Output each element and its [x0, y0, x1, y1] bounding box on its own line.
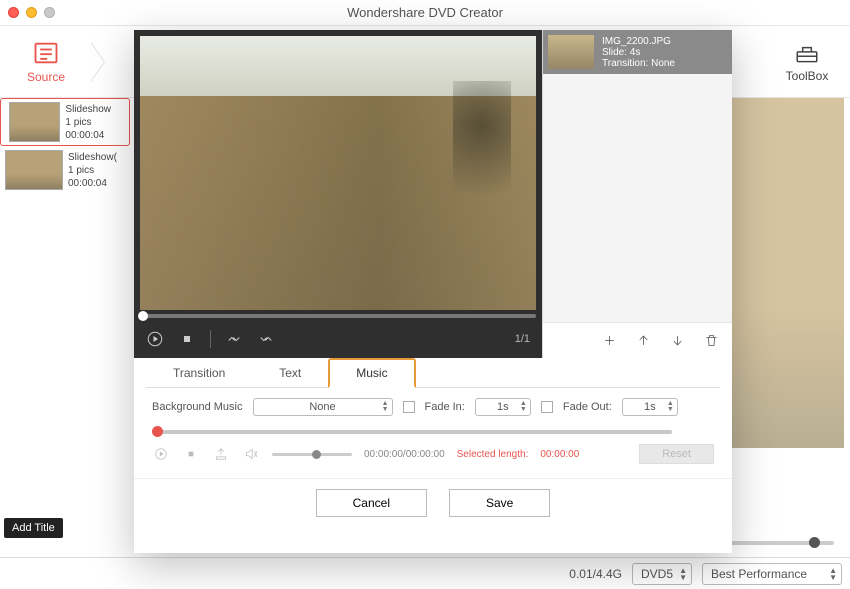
- tab-source-label: Source: [27, 70, 65, 84]
- fade-in-checkbox[interactable]: [403, 401, 415, 413]
- slide-duration: Slide: 4s: [602, 47, 675, 58]
- music-track-slider[interactable]: [152, 430, 672, 434]
- tab-music[interactable]: Music: [328, 358, 415, 388]
- slideshow-pics: 1 pics: [68, 164, 117, 177]
- preview-scrubber[interactable]: [140, 314, 536, 318]
- modal-buttons: Cancel Save: [134, 478, 732, 531]
- zoom-slider[interactable]: [724, 541, 834, 545]
- slideshow-duration: 00:00:04: [68, 177, 117, 190]
- music-play-button[interactable]: [152, 445, 170, 463]
- slideshow-list: Slideshow 1 pics 00:00:04 Slideshow( 1 p…: [0, 98, 130, 194]
- stop-button[interactable]: [178, 330, 196, 348]
- preview-controls: 1/1: [140, 320, 536, 358]
- add-title-button[interactable]: Add Title: [4, 518, 63, 538]
- preview-position: 1/1: [515, 333, 530, 345]
- cancel-button[interactable]: Cancel: [316, 489, 427, 517]
- slide-thumbnail: [548, 35, 594, 69]
- tab-text[interactable]: Text: [252, 358, 328, 387]
- slideshow-thumbnail: [9, 102, 60, 142]
- bg-music-label: Background Music: [152, 401, 243, 413]
- selected-length-value: 00:00:00: [540, 449, 579, 460]
- reset-button[interactable]: Reset: [639, 444, 714, 464]
- fade-in-label: Fade In:: [425, 401, 465, 413]
- close-icon[interactable]: [8, 7, 19, 18]
- rotate-left-button[interactable]: [225, 330, 243, 348]
- slide-item[interactable]: IMG_2200.JPG Slide: 4s Transition: None: [543, 30, 732, 74]
- play-button[interactable]: [146, 330, 164, 348]
- slide-list-controls: [543, 322, 732, 358]
- slide-filename: IMG_2200.JPG: [602, 36, 675, 47]
- move-down-button[interactable]: [668, 332, 686, 350]
- editor-upper: 1/1 IMG_2200.JPG Slide: 4s Transition: N…: [134, 30, 732, 358]
- minimize-icon[interactable]: [26, 7, 37, 18]
- tab-toolbox-label: ToolBox: [786, 69, 829, 83]
- slideshow-item[interactable]: Slideshow( 1 pics 00:00:04: [0, 146, 130, 194]
- window-title: Wondershare DVD Creator: [0, 5, 850, 20]
- mute-button[interactable]: [242, 445, 260, 463]
- music-stop-button[interactable]: [182, 445, 200, 463]
- editor-tabs: Transition Text Music: [146, 358, 720, 388]
- music-time: 00:00:00/00:00:00: [364, 449, 445, 460]
- disc-size: 0.01/4.4G: [569, 567, 622, 581]
- preview-pane: 1/1: [134, 30, 542, 358]
- slideshow-duration: 00:00:04: [65, 129, 111, 142]
- volume-slider[interactable]: [272, 453, 352, 456]
- tab-source[interactable]: Source: [0, 26, 92, 97]
- toolbox-icon: [793, 40, 821, 66]
- tab-toolbox[interactable]: ToolBox: [764, 26, 850, 97]
- slideshow-name: Slideshow: [65, 103, 111, 116]
- slideshow-thumbnail: [5, 150, 63, 190]
- slideshow-name: Slideshow(: [68, 151, 117, 164]
- disc-type-select[interactable]: DVD5▲▼: [632, 563, 692, 585]
- fade-out-label: Fade Out:: [563, 401, 612, 413]
- slideshow-editor-modal: 1/1 IMG_2200.JPG Slide: 4s Transition: N…: [134, 30, 732, 553]
- background-preview: [716, 98, 844, 448]
- save-button[interactable]: Save: [449, 489, 550, 517]
- quality-select[interactable]: Best Performance▲▼: [702, 563, 842, 585]
- add-slide-button[interactable]: [600, 332, 618, 350]
- move-up-button[interactable]: [634, 332, 652, 350]
- preview-image: [140, 36, 536, 310]
- window-controls: [8, 7, 55, 18]
- fade-out-checkbox[interactable]: [541, 401, 553, 413]
- bg-music-select[interactable]: None▲▼: [253, 398, 393, 416]
- tab-transition[interactable]: Transition: [146, 358, 252, 387]
- slide-transition: Transition: None: [602, 58, 675, 69]
- fade-in-select[interactable]: 1s▲▼: [475, 398, 531, 416]
- slideshow-item[interactable]: Slideshow 1 pics 00:00:04: [0, 98, 130, 146]
- music-export-button[interactable]: [212, 445, 230, 463]
- rotate-right-button[interactable]: [257, 330, 275, 348]
- music-panel: Background Music None▲▼ Fade In: 1s▲▼ Fa…: [134, 388, 732, 474]
- maximize-icon[interactable]: [44, 7, 55, 18]
- selected-length-label: Selected length:: [457, 449, 529, 460]
- delete-slide-button[interactable]: [702, 332, 720, 350]
- fade-out-select[interactable]: 1s▲▼: [622, 398, 678, 416]
- slideshow-pics: 1 pics: [65, 116, 111, 129]
- slide-list: IMG_2200.JPG Slide: 4s Transition: None: [542, 30, 732, 358]
- source-icon: [32, 39, 60, 67]
- bottom-bar: 0.01/4.4G DVD5▲▼ Best Performance▲▼: [0, 557, 850, 589]
- titlebar: Wondershare DVD Creator: [0, 0, 850, 26]
